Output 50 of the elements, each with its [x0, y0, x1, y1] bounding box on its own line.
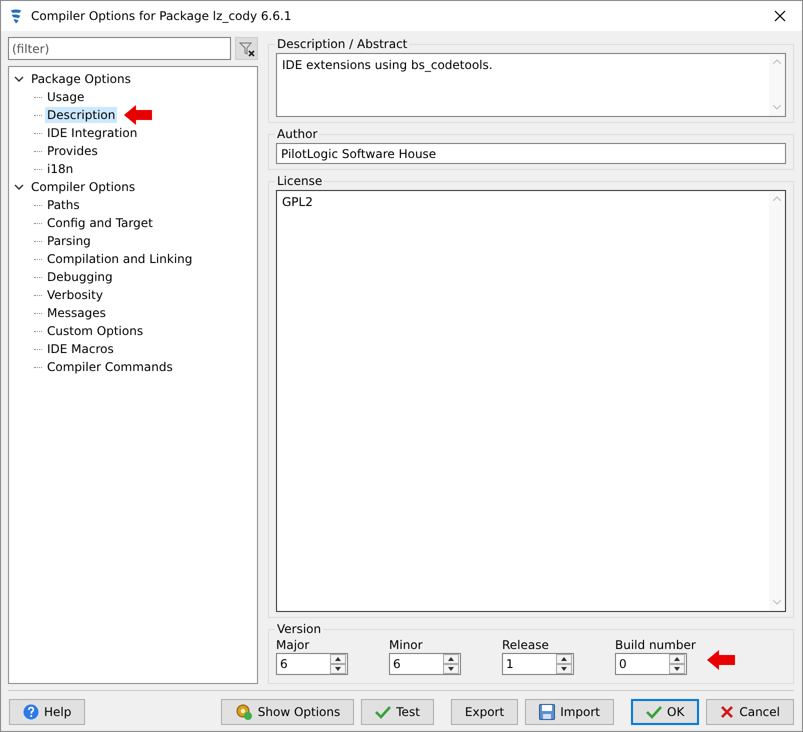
group-title: Version [276, 622, 322, 636]
help-icon [23, 704, 39, 720]
dialog-button[interactable]: Show Options [220, 699, 354, 725]
dialog-button[interactable]: Import [525, 699, 614, 725]
tree-item[interactable]: IDE Integration [45, 125, 140, 141]
close-icon[interactable] [774, 10, 786, 22]
number-spinner[interactable]: 6 [389, 653, 461, 675]
tree-item[interactable]: Description [45, 107, 118, 123]
tree-item[interactable]: Package Options [29, 71, 133, 87]
dialog-button[interactable]: Export [450, 699, 518, 725]
checkmark-icon [375, 705, 392, 719]
group-title: Author [276, 127, 318, 141]
filter-field[interactable]: (filter) [8, 37, 231, 60]
checkmark-icon [646, 705, 662, 719]
dialog-button[interactable]: Help [9, 699, 86, 725]
tree-item[interactable]: Parsing [45, 233, 93, 249]
field-label: Release [502, 638, 550, 652]
group-title: Description / Abstract [276, 37, 408, 51]
tree-item[interactable]: Usage [45, 89, 86, 105]
tree-item[interactable]: Paths [45, 197, 82, 213]
expander-icon[interactable] [14, 182, 24, 192]
tree-item[interactable]: Messages [45, 305, 108, 321]
number-spinner[interactable]: 6 [276, 653, 348, 675]
tree-item[interactable]: Verbosity [45, 287, 105, 303]
tree-item[interactable]: i18n [45, 161, 76, 177]
tree-item[interactable]: Provides [45, 143, 100, 159]
pointer-arrow-icon [706, 649, 736, 671]
field-label: Major [276, 638, 310, 652]
expander-icon[interactable] [14, 74, 24, 84]
pointer-arrow-icon [123, 104, 154, 126]
cross-icon [720, 705, 734, 719]
tree-item[interactable]: Compiler Options [29, 179, 138, 195]
tree-item[interactable]: Custom Options [45, 323, 146, 339]
tree-item[interactable]: Config and Target [45, 215, 155, 231]
number-spinner[interactable]: 1 [502, 653, 574, 675]
clear-filter-button[interactable] [235, 37, 258, 60]
dialog-button[interactable]: Cancel [706, 699, 794, 725]
tree-item[interactable]: Compilation and Linking [45, 251, 194, 267]
number-spinner[interactable]: 0 [615, 653, 687, 675]
author-field[interactable]: PilotLogic Software House [276, 143, 786, 164]
tree-item[interactable]: IDE Macros [45, 341, 116, 357]
tree-item[interactable]: Compiler Commands [45, 359, 175, 375]
tree-item[interactable]: Debugging [45, 269, 115, 285]
field-label: Minor [389, 638, 424, 652]
field-label: Build number [615, 638, 697, 652]
window-title: Compiler Options for Package lz_cody 6.6.1 [31, 9, 292, 23]
group-title: License [276, 174, 324, 188]
dialog-button[interactable]: Test [361, 699, 434, 725]
dialog-button[interactable]: OK [631, 699, 700, 725]
app-logo-icon [9, 8, 23, 24]
